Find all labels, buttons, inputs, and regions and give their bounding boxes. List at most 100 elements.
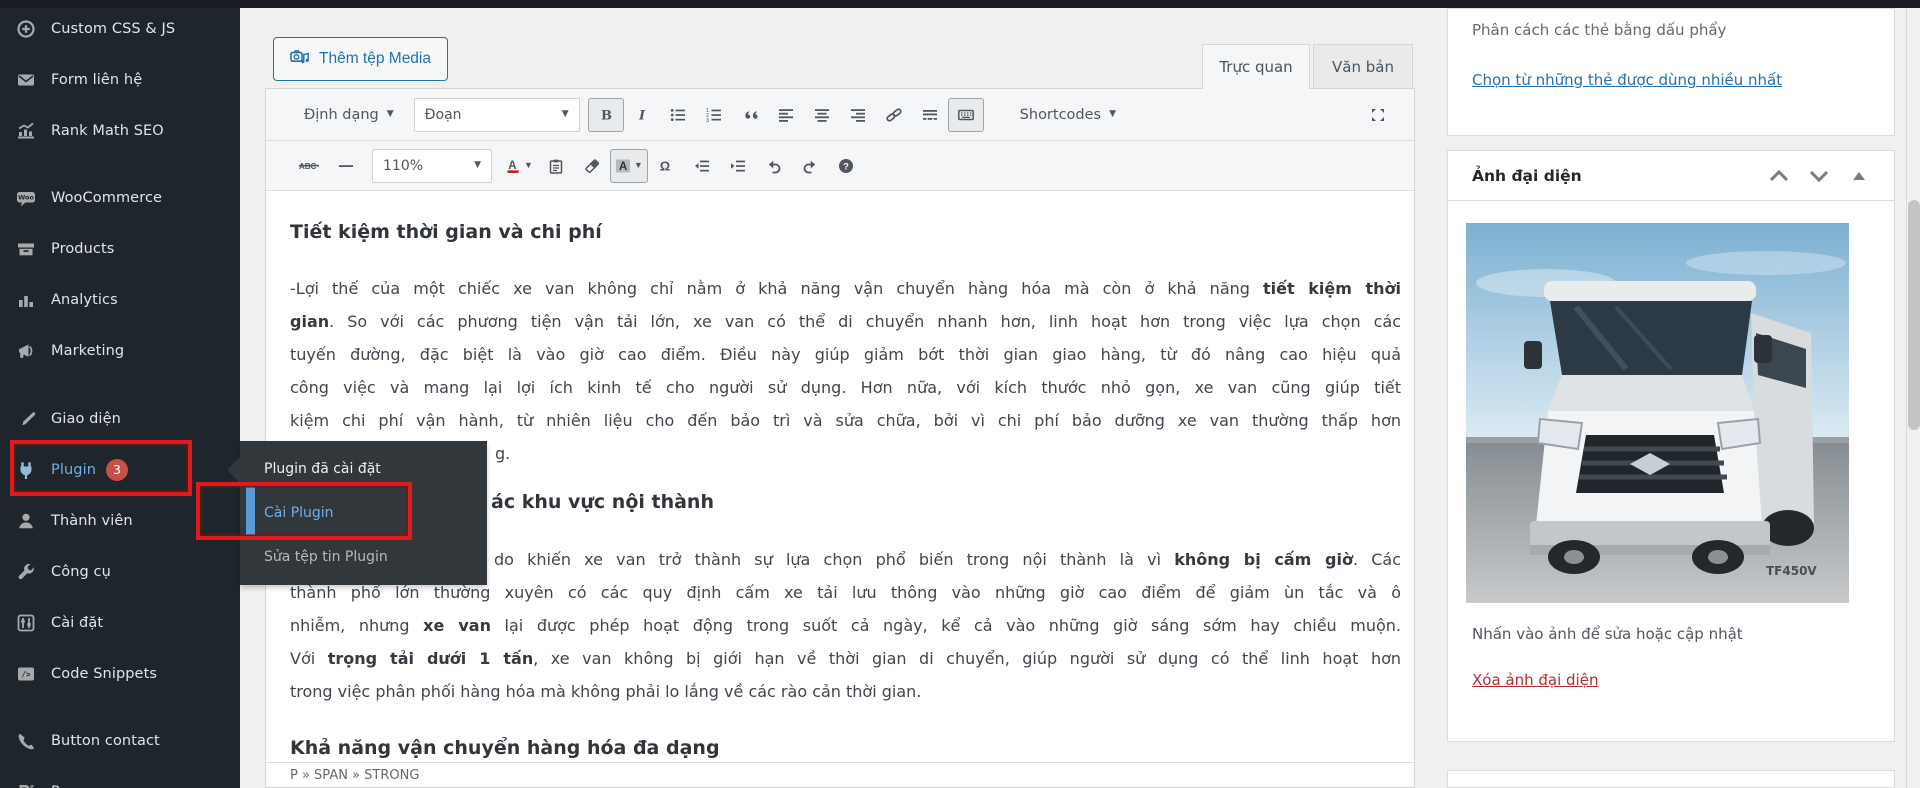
svg-text:Ω: Ω bbox=[660, 158, 670, 173]
strikethrough-button[interactable]: ABC bbox=[292, 149, 328, 183]
paragraph1-line4: công việc và mang lại lợi ích kinh tế ch… bbox=[290, 378, 1401, 397]
sidebar-item-rank-math-seo[interactable]: Rank Math SEO bbox=[0, 105, 240, 156]
settings-icon bbox=[15, 612, 37, 634]
admin-sidebar: Custom CSS & JS Form liên hệ Rank Math SEO… bbox=[0, 0, 240, 788]
wordpress-admin-screen: Custom CSS & JS Form liên hệ Rank Math SEO… bbox=[0, 0, 1920, 788]
horizontal-rule-icon bbox=[338, 158, 354, 174]
sidebar-item-label: WooCommerce bbox=[51, 189, 163, 206]
sidebar-item-label: Premmerce bbox=[51, 784, 135, 788]
wrench-icon bbox=[15, 561, 37, 583]
paragraph2-line1: do khiến xe van trở thành sự lựa chọn ph… bbox=[494, 550, 1402, 569]
horizontal-rule-button[interactable] bbox=[328, 149, 364, 183]
scrollbar-thumb[interactable] bbox=[1908, 200, 1920, 430]
paragraph1-line3: tuyến đường, đặc biệt là vào giờ cao điể… bbox=[290, 345, 1401, 364]
bullet-list-button[interactable] bbox=[660, 98, 696, 132]
remove-featured-image-link[interactable]: Xóa ảnh đại diện bbox=[1472, 671, 1598, 689]
sidebar-item-label: Cài đặt bbox=[51, 614, 104, 631]
tab-text[interactable]: Văn bản bbox=[1313, 44, 1413, 89]
indent-button[interactable] bbox=[720, 149, 756, 183]
read-more-button[interactable] bbox=[912, 98, 948, 132]
fullscreen-button[interactable] bbox=[1360, 98, 1396, 132]
tinymce-editor: Định dạng ▼ Đoạn ▼ B I 1 2 3 Shortcodes ▼ ABC 110% ▼… bbox=[265, 88, 1415, 788]
sidebar-item-form-li-n-h-[interactable]: Form liên hệ bbox=[0, 54, 240, 105]
chevron-up-icon[interactable] bbox=[1766, 165, 1792, 187]
element-path[interactable]: P » SPAN » STRONG bbox=[290, 768, 419, 783]
chevron-down-icon: ▼ bbox=[633, 160, 643, 170]
paragraph2-lastline: trong việc phân phối hàng hóa mà không p… bbox=[290, 682, 922, 701]
numbered-list-button[interactable]: 123 bbox=[696, 98, 732, 132]
highlight-button[interactable]: A ▼ bbox=[609, 148, 648, 183]
shortcodes-dropdown[interactable]: Shortcodes ▼ bbox=[1008, 98, 1128, 132]
bullet-list-icon bbox=[670, 107, 686, 123]
paragraph1-line5: kiệm chi phí vận hành, từ nhiên liệu cho… bbox=[290, 411, 1401, 430]
bar-chart-icon bbox=[15, 289, 37, 311]
sidebar-item-premmerce[interactable]: Premmerce bbox=[0, 766, 240, 788]
sidebar-item-c-i-t[interactable]: Cài đặt bbox=[0, 597, 240, 648]
most-used-tags-link[interactable]: Chọn từ những thẻ được dùng nhiều nhất bbox=[1472, 71, 1782, 89]
redo-button[interactable] bbox=[792, 149, 828, 183]
sidebar-item-marketing[interactable]: Marketing bbox=[0, 325, 240, 376]
sidebar-item-label: Công cụ bbox=[51, 563, 111, 580]
align-center-button[interactable] bbox=[804, 98, 840, 132]
italic-icon: I bbox=[634, 107, 650, 123]
plus-circle-icon bbox=[15, 18, 37, 40]
featured-image[interactable]: TF450V bbox=[1466, 223, 1849, 603]
chevron-down-icon[interactable] bbox=[1806, 165, 1832, 187]
outdent-button[interactable] bbox=[684, 149, 720, 183]
format-dropdown[interactable]: Định dạng ▼ bbox=[292, 98, 406, 132]
indent-icon bbox=[730, 158, 746, 174]
flyout-arrow-icon bbox=[227, 457, 240, 483]
svg-text:ABC: ABC bbox=[299, 162, 317, 171]
italic-button[interactable]: I bbox=[624, 98, 660, 132]
text-color-button[interactable]: A ▼ bbox=[500, 149, 538, 183]
annotation-box-plugin bbox=[10, 440, 192, 496]
shortcodes-dropdown-label: Shortcodes bbox=[1019, 106, 1102, 123]
link-button[interactable] bbox=[876, 98, 912, 132]
chevron-down-icon: ▼ bbox=[1109, 109, 1117, 119]
sidebar-item-button-contact[interactable]: Button contact bbox=[0, 715, 240, 766]
bold-button[interactable]: B bbox=[587, 97, 624, 132]
sidebar-item-label: Custom CSS & JS bbox=[51, 20, 176, 37]
add-media-button[interactable]: Thêm tệp Media bbox=[273, 37, 448, 81]
sidebar-item-woocommerce[interactable]: Woo WooCommerce bbox=[0, 172, 240, 223]
woo-icon: Woo bbox=[15, 187, 37, 209]
page-scrollbar[interactable] bbox=[1906, 0, 1920, 788]
undo-button[interactable] bbox=[756, 149, 792, 183]
editor-statusbar: P » SPAN » STRONG bbox=[266, 762, 1414, 787]
numbered-list-icon: 123 bbox=[706, 107, 722, 123]
align-left-button[interactable] bbox=[768, 98, 804, 132]
van-model-label: TF450V bbox=[1766, 564, 1817, 578]
block-select[interactable]: Đoạn ▼ bbox=[413, 97, 580, 132]
seo-chart-icon bbox=[15, 120, 37, 142]
sidebar-item-analytics[interactable]: Analytics bbox=[0, 274, 240, 325]
sidebar-item-label: Products bbox=[51, 240, 115, 257]
blockquote-button[interactable] bbox=[732, 98, 768, 132]
align-right-button[interactable] bbox=[840, 98, 876, 132]
content-heading-1: Tiết kiệm thời gian và chi phí bbox=[290, 221, 602, 243]
special-char-button[interactable]: Ω bbox=[648, 149, 684, 183]
flyout-item-s-a-t-p-tin-plugin[interactable]: Sửa tệp tin Plugin bbox=[240, 535, 487, 579]
paste-text-button[interactable] bbox=[538, 149, 574, 183]
editor-toolbar-row1: Định dạng ▼ Đoạn ▼ B I 1 2 3 Shortcodes ▼ bbox=[266, 89, 1414, 141]
keyboard-button[interactable] bbox=[947, 97, 984, 132]
collapse-triangle-icon[interactable] bbox=[1846, 165, 1872, 187]
tab-visual[interactable]: Trực quan bbox=[1202, 44, 1310, 89]
font-size-select[interactable]: 110% ▼ bbox=[372, 148, 492, 183]
chevron-down-icon: ▼ bbox=[386, 109, 394, 119]
envelope-icon bbox=[15, 69, 37, 91]
help-button[interactable]: ? bbox=[828, 149, 864, 183]
premmerce-icon bbox=[15, 781, 37, 788]
clear-format-button[interactable] bbox=[574, 149, 610, 183]
featured-image-header[interactable]: Ảnh đại diện bbox=[1448, 151, 1894, 201]
chevron-down-icon: ▼ bbox=[474, 160, 481, 170]
fullscreen-icon bbox=[1370, 107, 1386, 123]
paragraph2-line4: Với trọng tải dưới 1 tấn, xe van không b… bbox=[290, 649, 1402, 668]
sidebar-item-code-snippets[interactable]: /> Code Snippets bbox=[0, 648, 240, 699]
sidebar-menu: Custom CSS & JS Form liên hệ Rank Math SEO… bbox=[0, 3, 240, 788]
sidebar-item-giao-di-n[interactable]: Giao diện bbox=[0, 393, 240, 444]
align-right-icon bbox=[850, 107, 866, 123]
sidebar-item-c-ng-c-[interactable]: Công cụ bbox=[0, 546, 240, 597]
undo-icon bbox=[766, 158, 782, 174]
sidebar-item-products[interactable]: Products bbox=[0, 223, 240, 274]
sidebar-item-custom-css-js[interactable]: Custom CSS & JS bbox=[0, 3, 240, 54]
